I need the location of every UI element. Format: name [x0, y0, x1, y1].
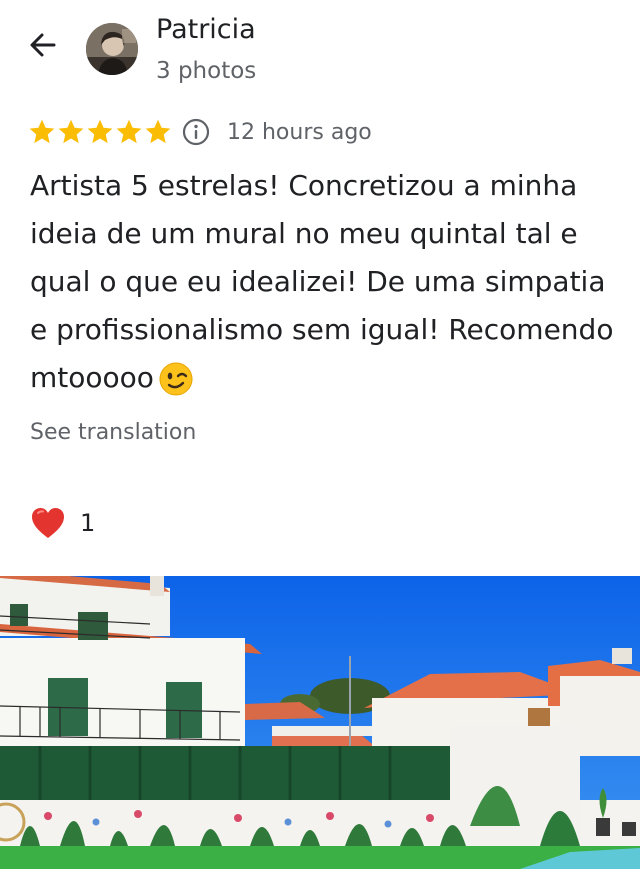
back-button[interactable] [24, 28, 60, 64]
photo-count: 3 photos [156, 58, 257, 84]
star-icon [87, 119, 113, 144]
star-icon [145, 119, 171, 144]
red-heart-icon [32, 508, 64, 538]
review-body: Artista 5 estrelas! Concretizou a minha … [30, 169, 614, 394]
avatar[interactable] [86, 23, 138, 75]
see-translation-link[interactable]: See translation [30, 420, 196, 445]
star-icon [58, 119, 84, 144]
reviewer-name[interactable]: Patricia [156, 14, 256, 45]
star-icon [29, 119, 55, 144]
review-photo[interactable] [0, 576, 640, 869]
arrow-back-icon [30, 33, 56, 57]
like-count: 1 [80, 509, 96, 537]
info-icon[interactable] [181, 117, 211, 147]
star-rating [28, 118, 173, 146]
like-reaction[interactable]: 1 [30, 506, 95, 540]
review-time: 12 hours ago [227, 119, 372, 145]
review-text: Artista 5 estrelas! Concretizou a minha … [30, 162, 630, 402]
rating-row: 12 hours ago [28, 116, 372, 148]
star-icon [116, 119, 142, 144]
winking-face-icon [159, 362, 193, 396]
